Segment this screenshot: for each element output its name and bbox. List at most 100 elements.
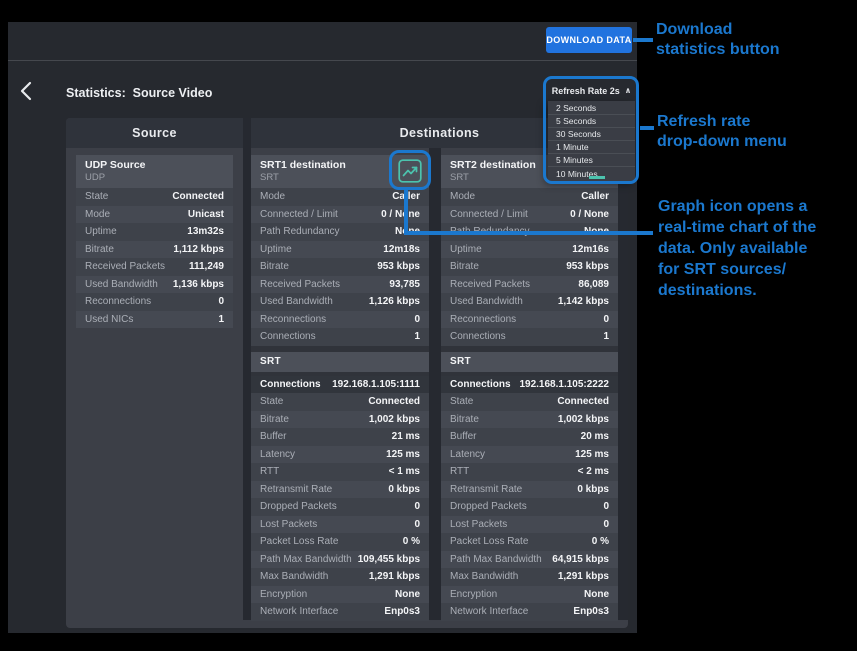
stat-value: 1,142 kbps: [558, 296, 609, 307]
stat-value: 953 kbps: [566, 261, 609, 272]
stat-row: Encryption None: [441, 586, 618, 604]
srt-stat-rows: Connections192.168.1.105:1111 State Connec…: [251, 376, 429, 621]
stat-value: 1,291 kbps: [558, 571, 609, 582]
stat-label: Reconnections: [450, 314, 516, 325]
graph-icon-callout: [389, 150, 431, 190]
stat-label: Retransmit Rate: [260, 484, 332, 495]
stat-value: 1,002 kbps: [369, 414, 420, 425]
stat-label: Uptime: [450, 244, 482, 255]
stat-label: Received Packets: [450, 279, 530, 290]
stat-row: Uptime 12m16s: [441, 241, 618, 259]
stat-row: State Connected: [251, 393, 429, 411]
stat-value: 13m32s: [187, 226, 224, 237]
stat-label: Mode: [260, 191, 285, 202]
stat-label: Bitrate: [260, 261, 289, 272]
stat-row: Connections192.168.1.105:1111: [251, 376, 429, 394]
stat-label: Connected / Limit: [450, 209, 528, 220]
stat-label: Encryption: [450, 589, 497, 600]
stat-row: Used Bandwidth 1,126 kbps: [251, 293, 429, 311]
stat-row: Used Bandwidth1,142 kbps: [441, 293, 618, 311]
column-gutter: [429, 148, 441, 620]
stat-label: Path Max Bandwidth: [450, 554, 542, 565]
stat-label: Path Redundancy: [260, 226, 340, 237]
stat-value: 192.168.1.105:1111: [332, 379, 420, 390]
srt-section-header: SRT: [441, 352, 618, 372]
refresh-menu-callout: [543, 76, 639, 184]
stat-row: Buffer21 ms: [251, 428, 429, 446]
stat-label: Encryption: [260, 589, 307, 600]
stat-value: 0 %: [592, 536, 609, 547]
stat-value: 12m18s: [383, 244, 420, 255]
stat-value: 12m16s: [572, 244, 609, 255]
stat-row: Retransmit Rate0 kbps: [251, 481, 429, 499]
stat-row: Retransmit Rate0 kbps: [441, 481, 618, 499]
stat-label: Received Packets: [260, 279, 340, 290]
stat-value: 0 / None: [381, 209, 420, 220]
stat-row: ModeCaller: [441, 188, 618, 206]
stat-value: None: [584, 589, 609, 600]
stat-row: Bitrate1,002 kbps: [441, 411, 618, 429]
page-title: Statistics: Source Video: [66, 86, 212, 100]
stat-value: 953 kbps: [377, 261, 420, 272]
stat-label: Network Interface: [450, 606, 528, 617]
stat-label: Reconnections: [260, 314, 326, 325]
refresh-annotation-line: [640, 126, 654, 130]
stat-label: Max Bandwidth: [260, 571, 328, 582]
stat-label: Uptime: [260, 244, 292, 255]
stat-value: None: [395, 589, 420, 600]
srt-stat-rows: Connections192.168.1.105:2222StateConnec…: [441, 376, 618, 621]
stat-label: Lost Packets: [450, 519, 507, 530]
stat-row: Bitrate 1,002 kbps: [251, 411, 429, 429]
stat-value: Connected: [368, 396, 420, 407]
stat-value: 20 ms: [581, 431, 609, 442]
stat-row: ModeCaller: [251, 188, 429, 206]
download-data-button[interactable]: DOWNLOAD DATA: [546, 27, 632, 53]
stat-row: Connections1: [251, 328, 429, 346]
stat-value: 0: [603, 519, 609, 530]
stat-value: 0: [414, 519, 420, 530]
stat-row: Reconnections0: [441, 311, 618, 329]
stat-label: RTT: [450, 466, 469, 477]
back-button[interactable]: [18, 80, 34, 102]
stat-value: Unicast: [188, 209, 224, 220]
stat-row: Path RedundancyNone: [251, 223, 429, 241]
stat-label: Uptime: [85, 226, 117, 237]
stat-row: Uptime 13m32s: [76, 223, 233, 241]
header-divider: [8, 60, 637, 61]
stat-row: Used NICs1: [76, 311, 233, 329]
refresh-annotation-text: Refresh rate drop-down menu: [657, 112, 787, 152]
graph-annotation-line: [404, 190, 408, 235]
stat-label: Connections: [450, 331, 506, 342]
stat-label: State: [260, 396, 283, 407]
stat-row: Reconnections0: [76, 293, 233, 311]
stat-row: Bitrate1,112 kbps: [76, 241, 233, 259]
stat-row: Network InterfaceEnp0s3: [251, 603, 429, 621]
download-annotation-text: Download statistics button: [656, 20, 780, 60]
stat-label: Dropped Packets: [260, 501, 337, 512]
stat-label: Used Bandwidth: [260, 296, 333, 307]
stat-row: Received Packets111,249: [76, 258, 233, 276]
stat-value: Enp0s3: [384, 606, 420, 617]
stat-label: Bitrate: [85, 244, 114, 255]
stat-row: Bitrate 953 kbps: [251, 258, 429, 276]
stat-value: 0 / None: [570, 209, 609, 220]
screenshot-stage: DOWNLOAD DATA Statistics: Source Video S…: [0, 0, 857, 651]
stat-value: 1,126 kbps: [369, 296, 420, 307]
stat-row: StateConnected: [76, 188, 233, 206]
stat-label: Latency: [260, 449, 295, 460]
graph-annotation-line: [404, 231, 653, 235]
stat-value: Enp0s3: [573, 606, 609, 617]
stat-row: Connections1: [441, 328, 618, 346]
stat-value: 86,089: [578, 279, 609, 290]
stat-label: Packet Loss Rate: [450, 536, 528, 547]
stat-value: 0: [414, 501, 420, 512]
stat-row: Uptime 12m18s: [251, 241, 429, 259]
stat-label: Mode: [85, 209, 110, 220]
stat-label: Retransmit Rate: [450, 484, 522, 495]
stat-label: Bitrate: [260, 414, 289, 425]
stat-value: 0: [414, 314, 420, 325]
stat-label: State: [85, 191, 108, 202]
graph-annotation-text: Graph icon opens a real-time chart of th…: [658, 196, 816, 301]
stat-value: 125 ms: [386, 449, 420, 460]
download-annotation-line: [633, 38, 653, 42]
